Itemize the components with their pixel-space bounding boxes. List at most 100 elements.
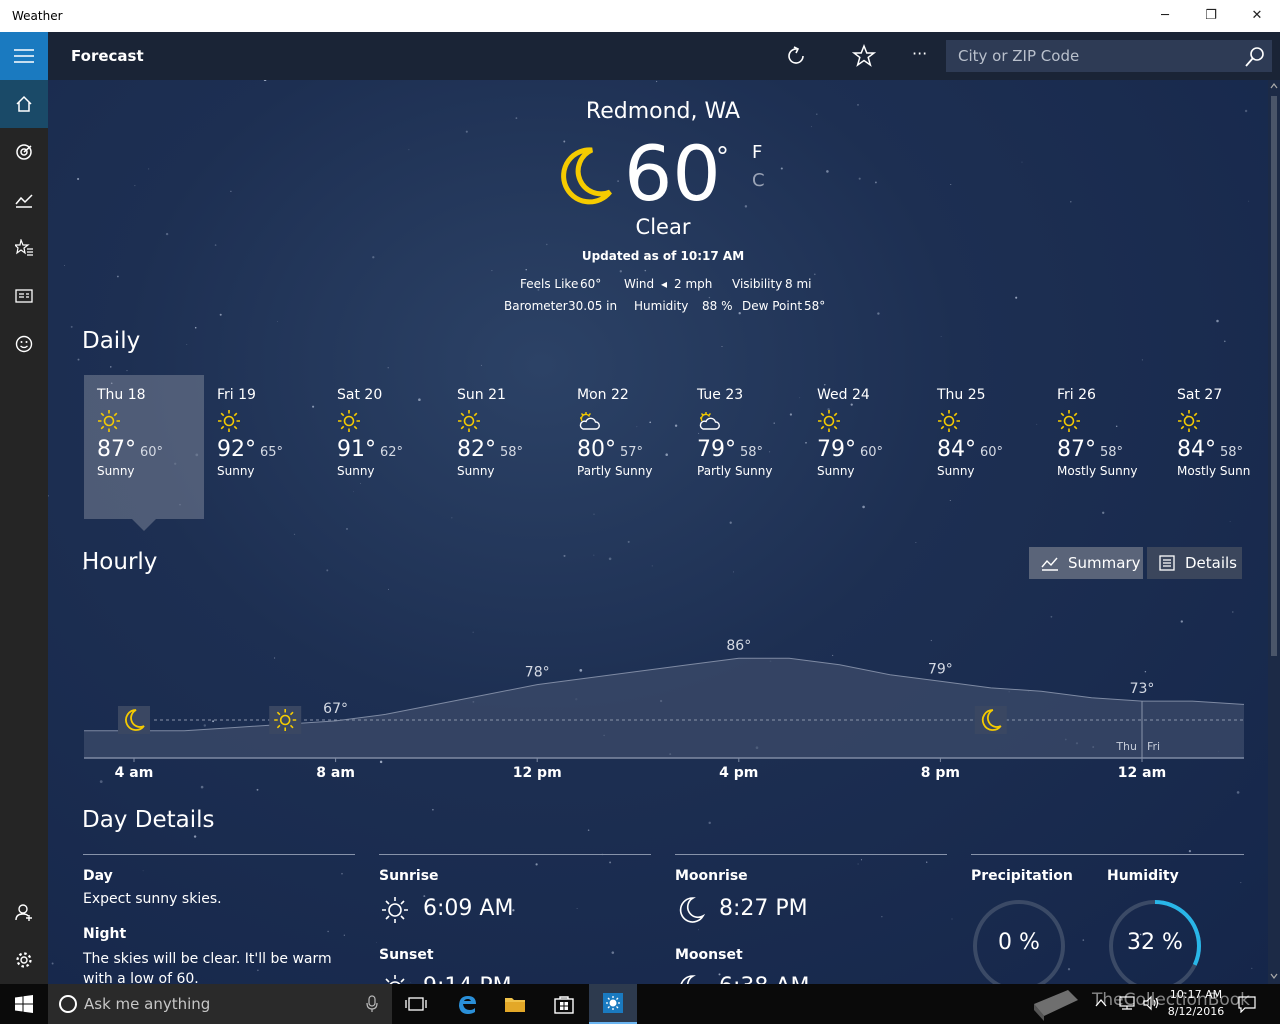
clock-time[interactable]: 10:17 AM <box>1166 988 1226 1001</box>
degree-symbol: ° <box>716 142 729 172</box>
day-condition: Partly Sunny <box>577 464 653 478</box>
sidebar-item-feedback[interactable] <box>0 320 48 368</box>
cortana-search <box>48 984 392 1024</box>
star <box>826 170 829 173</box>
favorite-star-icon[interactable] <box>852 44 876 68</box>
close-button[interactable]: ✕ <box>1234 0 1280 32</box>
temperature-label: 79° <box>928 661 953 677</box>
unit-celsius-toggle[interactable]: C <box>752 170 765 191</box>
scrollbar[interactable] <box>1268 80 1280 984</box>
scroll-down-icon[interactable] <box>1270 972 1278 980</box>
unit-fahrenheit-toggle[interactable]: F <box>752 142 762 163</box>
moonset-icon <box>680 975 696 984</box>
sidebar-item-forecast[interactable] <box>0 80 48 128</box>
star <box>877 312 880 315</box>
sidebar-item-account[interactable] <box>0 888 48 936</box>
star <box>857 863 859 865</box>
edge-button[interactable] <box>443 984 491 1024</box>
day-name: Sun 21 <box>457 387 506 403</box>
star <box>576 908 578 909</box>
search-input[interactable] <box>946 40 1236 72</box>
network-icon[interactable] <box>1118 995 1136 1011</box>
star <box>619 270 622 273</box>
daily-forecast-card[interactable]: Fri 26 87° 58° Mostly Sunny <box>1044 375 1164 519</box>
x-tick-label: 12 pm <box>513 765 562 781</box>
home-icon <box>16 95 32 112</box>
clock-date[interactable]: 8/12/2016 <box>1166 1005 1226 1018</box>
daily-forecast-card[interactable]: Thu 25 84° 60° Sunny <box>924 375 1044 519</box>
daily-forecast-card[interactable]: Sun 21 82° 58° Sunny <box>444 375 564 519</box>
x-tick-label: 8 am <box>316 765 355 781</box>
star <box>1188 849 1192 853</box>
location-name: Redmond, WA <box>585 99 741 124</box>
partly-sunny-icon <box>579 412 600 430</box>
sidebar-item-maps[interactable] <box>0 128 48 176</box>
weather-taskbar-button[interactable] <box>589 984 637 1024</box>
day-details-heading: Day Details <box>82 807 215 833</box>
sidebar-item-settings[interactable] <box>0 936 48 984</box>
scroll-up-icon[interactable] <box>1270 82 1278 90</box>
daily-forecast-card[interactable]: Wed 24 79° 60° Sunny <box>804 375 924 519</box>
day-name: Wed 24 <box>817 387 870 403</box>
high-temp: 84° <box>1177 437 1216 462</box>
dew-point-value: 58° <box>804 299 826 313</box>
scrollbar-thumb[interactable] <box>1271 96 1277 656</box>
star <box>387 367 389 369</box>
daily-forecast-card[interactable]: Sat 27 84° 58° Mostly Sunn <box>1164 375 1280 519</box>
more-options-button[interactable]: ··· <box>912 44 927 63</box>
day-condition: Sunny <box>457 464 495 478</box>
hamburger-menu-button[interactable] <box>0 32 48 80</box>
day-condition: Partly Sunny <box>697 464 773 478</box>
day-condition: Mostly Sunn <box>1177 464 1251 478</box>
low-temp: 60° <box>860 445 884 460</box>
restore-button[interactable]: ❐ <box>1188 0 1234 32</box>
sidebar-item-news[interactable] <box>0 272 48 320</box>
cortana-search-input[interactable] <box>84 984 364 1024</box>
partly-sunny-icon <box>699 412 720 430</box>
daily-forecast-card[interactable]: Tue 23 79° 58° Partly Sunny <box>684 375 804 519</box>
show-hidden-icons-icon[interactable] <box>1094 996 1108 1010</box>
low-temp: 62° <box>380 445 404 460</box>
sidebar-item-historical[interactable] <box>0 176 48 224</box>
search-icon[interactable] <box>1244 46 1266 68</box>
daily-forecast-card[interactable]: Thu 18 87° 60° Sunny <box>84 375 204 519</box>
sidebar-item-places[interactable] <box>0 224 48 272</box>
summary-button[interactable]: Summary <box>1029 547 1143 579</box>
minimize-button[interactable]: ─ <box>1142 0 1188 32</box>
divider <box>971 854 1244 855</box>
low-temp: 58° <box>1220 445 1244 460</box>
microphone-icon[interactable] <box>366 995 378 1013</box>
star <box>491 270 493 272</box>
sidebar <box>0 32 48 984</box>
day-condition: Sunny <box>97 464 135 478</box>
updated-time: Updated as of 10:17 AM <box>581 249 745 263</box>
star <box>77 358 80 361</box>
star <box>525 269 527 271</box>
action-center-icon[interactable] <box>1238 995 1256 1013</box>
star <box>1251 967 1253 969</box>
daily-forecast-card[interactable]: Mon 22 80° 57° Partly Sunny <box>564 375 684 519</box>
store-button[interactable] <box>540 984 588 1024</box>
edge-icon <box>459 996 476 1014</box>
star <box>148 168 150 170</box>
star <box>432 808 434 811</box>
divider <box>675 854 947 855</box>
details-button[interactable]: Details <box>1147 547 1242 579</box>
refresh-icon[interactable] <box>784 44 808 68</box>
daily-forecast-card[interactable]: Fri 19 92° 65° Sunny <box>204 375 324 519</box>
file-explorer-button[interactable] <box>491 984 539 1024</box>
star <box>376 942 377 943</box>
star <box>1021 161 1023 163</box>
star <box>651 565 653 567</box>
star <box>698 929 699 931</box>
day-name: Mon 22 <box>577 387 629 403</box>
daily-forecast-card[interactable]: Sat 20 91° 62° Sunny <box>324 375 444 519</box>
task-view-button[interactable] <box>392 984 440 1024</box>
start-button[interactable] <box>0 984 48 1024</box>
volume-icon[interactable] <box>1142 995 1160 1011</box>
divider <box>379 854 651 855</box>
day-condition: Sunny <box>217 464 255 478</box>
feels-like-value: 60° <box>580 277 602 291</box>
wind-value: 2 mph <box>674 277 713 291</box>
star <box>327 930 329 933</box>
